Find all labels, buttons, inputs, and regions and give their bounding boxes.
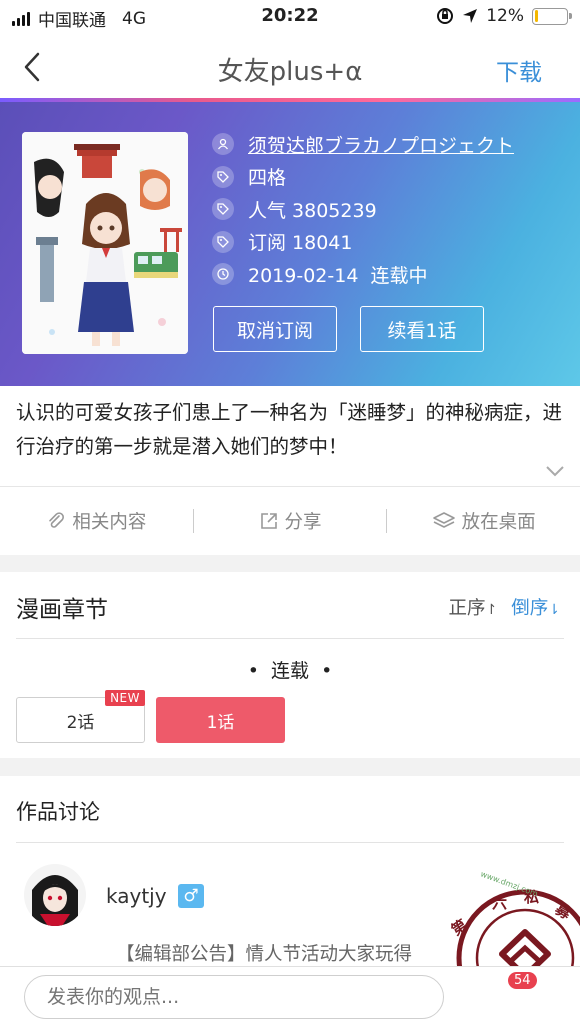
- battery-percent: 12%: [486, 6, 524, 26]
- share-icon: [260, 513, 277, 529]
- download-button[interactable]: 下载: [496, 53, 542, 87]
- avatar[interactable]: [24, 864, 86, 926]
- chapters-heading: 漫画章节: [16, 597, 108, 623]
- action-bar: 相关内容 分享 放在桌面: [0, 487, 580, 555]
- page-title: 女友plus+α: [217, 57, 363, 87]
- location-icon: [463, 9, 478, 23]
- post-preview[interactable]: 【编辑部公告】情人节活动大家玩得: [116, 940, 412, 966]
- share-button[interactable]: 分享: [194, 508, 387, 534]
- description-text: 认识的可爱女孩子们患上了一种名为「迷睡梦」的神秘病症，进行治疗的第一步就是潜入她…: [16, 401, 563, 458]
- chapter-button[interactable]: 1话: [156, 697, 285, 743]
- battery-icon: [532, 7, 572, 25]
- tag-icon: [212, 230, 234, 253]
- sort-arrow-icon: ↾: [485, 602, 498, 618]
- genre-text: 四格: [248, 167, 287, 190]
- related-content-label: 相关内容: [72, 512, 147, 533]
- comic-header: 须贺达郎ブラカノプロジェクト 四格 人气 3805239 订阅 18041 20…: [0, 102, 580, 386]
- user-icon: [212, 133, 234, 156]
- layers-icon: [432, 512, 455, 528]
- tag-icon: [212, 198, 234, 221]
- chapter-label: 1话: [206, 712, 235, 733]
- subscriptions-row: 订阅 18041: [212, 226, 562, 259]
- add-to-desktop-label: 放在桌面: [461, 512, 536, 533]
- comment-input[interactable]: [24, 975, 444, 1019]
- comic-cover[interactable]: [22, 132, 188, 354]
- sort-ascending-label: 正序: [448, 598, 486, 619]
- sort-arrow-icon: ⇂: [548, 602, 560, 618]
- comment-count-badge: 54: [508, 972, 537, 989]
- rotation-lock-icon: [437, 8, 454, 24]
- nav-bar: 女友plus+α 下载: [0, 34, 580, 100]
- status-bar: 中国联通 4G 20:22 12%: [0, 0, 580, 34]
- chapters-section: 漫画章节 正序↾ 倒序⇂ • 连载 • 2话 NEW 1话: [0, 572, 580, 758]
- comment-bar: 54: [0, 966, 580, 1032]
- popularity-text: 人气 3805239: [248, 199, 377, 222]
- chapter-label: 2话: [66, 712, 95, 733]
- chapter-button[interactable]: 2话 NEW: [16, 690, 145, 743]
- share-label: 分享: [284, 512, 322, 533]
- sort-ascending[interactable]: 正序↾: [449, 594, 498, 620]
- subscriptions-text: 订阅 18041: [248, 232, 353, 255]
- discussion-section: 作品讨论 kaytjy ♂ 【编辑部公告】情人节活动大家玩得: [0, 776, 580, 966]
- divider: [16, 842, 564, 843]
- genre-row: 四格: [212, 161, 562, 194]
- unsubscribe-button[interactable]: 取消订阅: [213, 306, 337, 352]
- paperclip-icon: [49, 512, 65, 528]
- author-link[interactable]: 须贺达郎ブラカノプロジェクト: [248, 131, 514, 158]
- male-icon: ♂: [178, 884, 204, 908]
- username[interactable]: kaytjy: [106, 884, 167, 908]
- divider: [16, 638, 564, 639]
- update-row: 2019-02-14 连载中: [212, 258, 562, 291]
- sort-descending-label: 倒序: [511, 598, 549, 619]
- clock-icon: [212, 263, 234, 286]
- popularity-row: 人气 3805239: [212, 193, 562, 226]
- new-badge: NEW: [105, 690, 145, 706]
- author-row[interactable]: 须贺达郎ブラカノプロジェクト: [212, 128, 562, 161]
- sort-toggle: 正序↾ 倒序⇂: [449, 594, 561, 620]
- description-section: 认识的可爱女孩子们患上了一种名为「迷睡梦」的神秘病症，进行治疗的第一步就是潜入她…: [0, 386, 580, 486]
- continue-reading-button[interactable]: 续看1话: [360, 306, 484, 352]
- discussion-heading: 作品讨论: [16, 800, 100, 824]
- related-content-button[interactable]: 相关内容: [0, 508, 193, 534]
- chevron-down-icon[interactable]: [544, 464, 566, 478]
- update-text: 2019-02-14 连载中: [248, 264, 428, 287]
- serial-status: • 连载 •: [247, 660, 333, 682]
- sort-descending[interactable]: 倒序⇂: [511, 594, 560, 620]
- tag-icon: [212, 165, 234, 188]
- add-to-desktop-button[interactable]: 放在桌面: [387, 508, 580, 534]
